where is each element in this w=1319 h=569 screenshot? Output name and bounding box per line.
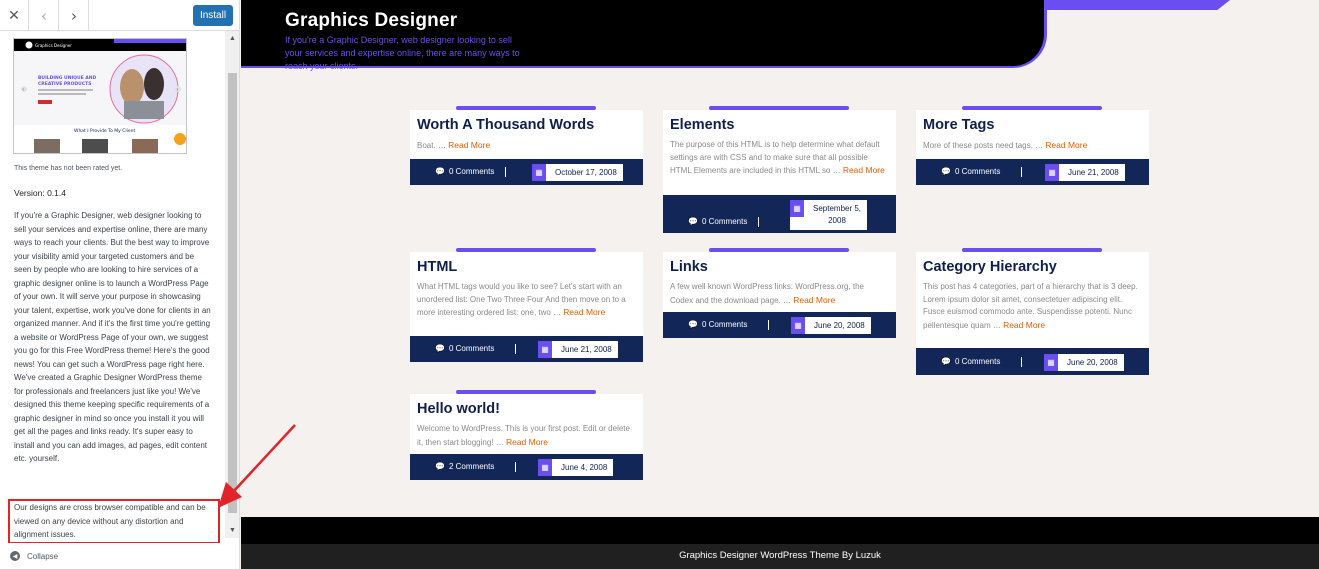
post-title[interactable]: HTML bbox=[417, 259, 636, 275]
install-button[interactable]: Install bbox=[193, 5, 233, 26]
post-excerpt: This post has 4 categories, part of a hi… bbox=[923, 282, 1138, 330]
comments-icon: 💬 bbox=[435, 344, 445, 353]
comments-link[interactable]: 💬 0 Comments bbox=[688, 217, 747, 226]
post-date: ▦ October 17, 2008 bbox=[532, 164, 623, 181]
theme-screenshot-image: Graphics Designer BUILDING UNIQUE AND CR… bbox=[14, 39, 186, 153]
calendar-icon: ▦ bbox=[1045, 164, 1059, 181]
collapse-button[interactable]: ◀ Collapse bbox=[0, 543, 225, 569]
calendar-icon: ▦ bbox=[1044, 354, 1058, 371]
collapse-label: Collapse bbox=[27, 551, 59, 561]
theme-description: If you're a Graphic Designer, web design… bbox=[14, 211, 211, 463]
theme-screenshot: Graphics Designer BUILDING UNIQUE AND CR… bbox=[13, 38, 187, 154]
thumb-hero-line2: CREATIVE PRODUCTS bbox=[38, 81, 91, 87]
next-theme-chevron-icon[interactable]: › bbox=[60, 0, 89, 31]
footer-bar: Graphics Designer WordPress Theme By Luz… bbox=[241, 544, 1319, 569]
collapse-arrow-icon: ◀ bbox=[10, 551, 20, 561]
thumb-section-title: What I Provide To My Client bbox=[74, 128, 136, 134]
post-meta: 💬 0 Comments ▦ October 17, 2008 bbox=[410, 159, 643, 185]
theme-version: Version: 0.1.4 bbox=[14, 188, 66, 198]
close-icon[interactable]: ✕ bbox=[0, 0, 29, 31]
read-more-link[interactable]: Read More bbox=[1045, 140, 1087, 150]
footer-credit: Graphics Designer WordPress Theme By Luz… bbox=[679, 550, 881, 561]
read-more-link[interactable]: Read More bbox=[448, 140, 490, 150]
post-excerpt: A few well known WordPress links: WordPr… bbox=[670, 282, 864, 305]
post-excerpt: The purpose of this HTML is to help dete… bbox=[670, 140, 885, 175]
comments-icon: 💬 bbox=[435, 167, 445, 176]
comments-icon: 💬 bbox=[688, 320, 698, 329]
calendar-icon: ▦ bbox=[790, 200, 804, 217]
read-more-link[interactable]: Read More bbox=[563, 307, 605, 317]
thumb-logo-text: Graphics Designer bbox=[35, 43, 72, 48]
comments-link[interactable]: 💬 0 Comments bbox=[435, 167, 494, 176]
post-title[interactable]: Hello world! bbox=[417, 401, 636, 417]
thumb-hero-line1: BUILDING UNIQUE AND bbox=[38, 75, 97, 81]
post-date: ▦ June 20, 2008 bbox=[791, 317, 871, 334]
read-more-link[interactable]: Read More bbox=[843, 165, 885, 175]
comments-link[interactable]: 💬 0 Comments bbox=[941, 167, 1000, 176]
scroll-down-arrow-icon[interactable]: ▼ bbox=[225, 527, 239, 534]
post-meta: 💬 2 Comments ▦ June 4, 2008 bbox=[410, 454, 643, 480]
post-title[interactable]: Worth A Thousand Words bbox=[417, 117, 636, 133]
comments-link[interactable]: 💬 0 Comments bbox=[688, 320, 747, 329]
post-date: ▦ June 21, 2008 bbox=[1045, 164, 1125, 181]
theme-preview: Graphics Designer If you're a Graphic De… bbox=[241, 0, 1319, 569]
post-date: ▦ June 21, 2008 bbox=[538, 341, 618, 358]
post-date: ▦ September 5, 2008 bbox=[790, 200, 868, 230]
comments-icon: 💬 bbox=[941, 357, 951, 366]
comments-icon: 💬 bbox=[435, 462, 445, 471]
calendar-icon: ▦ bbox=[538, 459, 552, 476]
post-excerpt: What HTML tags would you like to see? Le… bbox=[417, 282, 626, 317]
post-meta: 💬 0 Comments ▦ June 21, 2008 bbox=[916, 159, 1149, 185]
read-more-link[interactable]: Read More bbox=[1003, 320, 1045, 330]
site-tagline: If you're a Graphic Designer, web design… bbox=[285, 35, 520, 71]
post-title[interactable]: Elements bbox=[670, 117, 889, 133]
comments-link[interactable]: 💬 2 Comments bbox=[435, 462, 494, 471]
customizer-toolbar: ✕ ‹ › Install bbox=[0, 0, 239, 31]
post-meta: 💬 0 Comments ▦ June 20, 2008 bbox=[916, 348, 1149, 375]
calendar-icon: ▦ bbox=[791, 317, 805, 334]
annotation-highlight-box bbox=[8, 499, 220, 544]
comments-icon: 💬 bbox=[941, 167, 951, 176]
post-excerpt: Welcome to WordPress. This is your first… bbox=[417, 424, 630, 447]
post-title[interactable]: Category Hierarchy bbox=[923, 259, 1142, 275]
read-more-link[interactable]: Read More bbox=[506, 437, 548, 447]
comments-icon: 💬 bbox=[688, 217, 698, 226]
post-meta: 💬 0 Comments ▦ June 20, 2008 bbox=[663, 312, 896, 338]
theme-rating-text: This theme has not been rated yet. bbox=[14, 165, 123, 172]
comments-link[interactable]: 💬 0 Comments bbox=[435, 344, 494, 353]
post-excerpt: More of these posts need tags. … Read Mo… bbox=[923, 140, 1088, 150]
read-more-link[interactable]: Read More bbox=[793, 295, 835, 305]
site-footer: Graphics Designer WordPress Theme By Luz… bbox=[241, 517, 1319, 569]
post-date: ▦ June 20, 2008 bbox=[1044, 354, 1124, 371]
comments-link[interactable]: 💬 0 Comments bbox=[941, 357, 1000, 366]
post-date: ▦ June 4, 2008 bbox=[538, 459, 614, 476]
site-title[interactable]: Graphics Designer bbox=[285, 10, 457, 32]
post-excerpt: Boat. … Read More bbox=[417, 140, 491, 150]
previous-theme-chevron-icon[interactable]: ‹ bbox=[30, 0, 59, 31]
post-meta: 💬 0 Comments ▦ September 5, 2008 bbox=[663, 195, 896, 233]
calendar-icon: ▦ bbox=[538, 341, 552, 358]
post-title[interactable]: More Tags bbox=[923, 117, 1142, 133]
calendar-icon: ▦ bbox=[532, 164, 546, 181]
scroll-up-arrow-icon[interactable]: ▲ bbox=[225, 35, 239, 42]
post-meta: 💬 0 Comments ▦ June 21, 2008 bbox=[410, 336, 643, 362]
post-title[interactable]: Links bbox=[670, 259, 889, 275]
